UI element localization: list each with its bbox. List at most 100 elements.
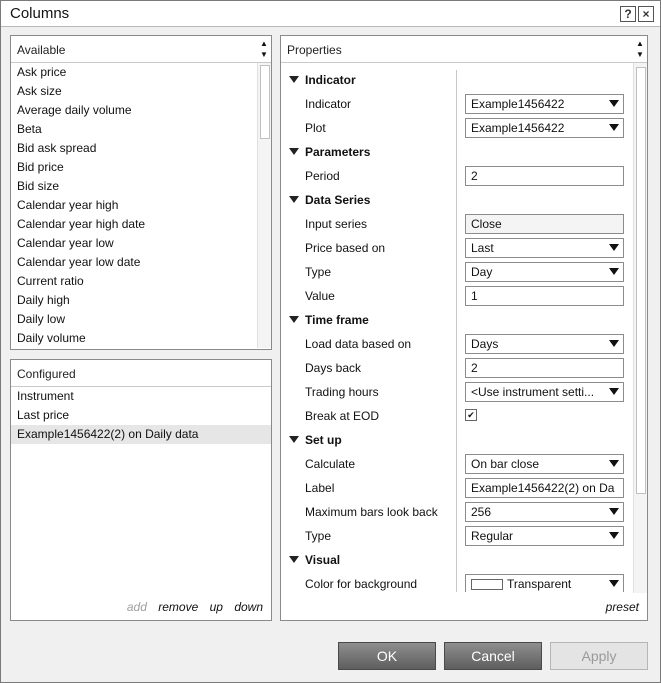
property-select[interactable]: Transparent	[465, 574, 624, 592]
collapse-triangle-icon[interactable]	[289, 76, 299, 83]
list-item[interactable]: Bid price	[11, 158, 257, 177]
chevron-down-icon[interactable]	[609, 100, 619, 107]
list-item[interactable]: Average daily volume	[11, 101, 257, 120]
available-header-label: Available	[17, 43, 66, 57]
properties-header-label: Properties	[287, 43, 342, 57]
category-row: Data Series	[281, 188, 621, 212]
chevron-down-icon[interactable]	[609, 388, 619, 395]
up-button[interactable]: up	[210, 600, 223, 614]
list-item[interactable]: Beta	[11, 120, 257, 139]
remove-button[interactable]: remove	[158, 600, 198, 614]
property-label: Type	[305, 529, 332, 543]
sort-arrows-icon[interactable]: ▲ ▼	[635, 38, 645, 60]
property-input[interactable]: 2	[465, 358, 624, 378]
cancel-button[interactable]: Cancel	[444, 642, 542, 670]
property-value: Day	[471, 265, 493, 279]
list-item[interactable]: Calendar year high date	[11, 215, 257, 234]
list-item[interactable]: Current ratio	[11, 272, 257, 291]
list-item[interactable]: Ask price	[11, 63, 257, 82]
list-item[interactable]: Example1456422(2) on Daily data	[11, 425, 271, 444]
property-select[interactable]: Example1456422	[465, 118, 624, 138]
list-item[interactable]: Last price	[11, 406, 271, 425]
available-panel: Available ▲ ▼ Ask price Ask size Average da…	[10, 35, 272, 350]
checkbox[interactable]: ✔	[465, 409, 477, 421]
list-item[interactable]: Calendar year low date	[11, 253, 257, 272]
property-value: Days	[471, 337, 499, 351]
property-row: Calculate On bar close	[281, 452, 624, 476]
collapse-triangle-icon[interactable]	[289, 436, 299, 443]
property-select[interactable]: <Use instrument setti...	[465, 382, 624, 402]
property-label: Load data based on	[305, 337, 412, 351]
category-label: Visual	[305, 553, 341, 567]
property-input[interactable]: 2	[465, 166, 624, 186]
property-row: Trading hours <Use instrument setti...	[281, 380, 624, 404]
collapse-triangle-icon[interactable]	[289, 316, 299, 323]
properties-scrollbar[interactable]	[633, 63, 647, 593]
category-label: Parameters	[305, 145, 371, 159]
list-item[interactable]: Instrument	[11, 387, 271, 406]
list-item[interactable]: Bid size	[11, 177, 257, 196]
scrollbar-thumb[interactable]	[260, 65, 270, 139]
category-label: Time frame	[305, 313, 369, 327]
ok-button[interactable]: OK	[338, 642, 436, 670]
chevron-down-icon[interactable]	[609, 460, 619, 467]
chevron-down-icon[interactable]	[609, 124, 619, 131]
chevron-down-icon[interactable]	[609, 244, 619, 251]
property-input[interactable]: 1	[465, 286, 624, 306]
property-value: 2	[471, 361, 478, 375]
down-button[interactable]: down	[234, 600, 263, 614]
list-item[interactable]: Ask size	[11, 82, 257, 101]
close-button[interactable]: ×	[638, 6, 654, 22]
property-label: Plot	[305, 121, 326, 135]
chevron-down-icon[interactable]	[609, 268, 619, 275]
chevron-down-icon[interactable]	[609, 532, 619, 539]
property-label: Days back	[305, 361, 362, 375]
list-item[interactable]: Daily high	[11, 291, 257, 310]
property-label: Input series	[305, 217, 368, 231]
property-input[interactable]: Example1456422(2) on Da	[465, 478, 624, 498]
property-select[interactable]: Example1456422	[465, 94, 624, 114]
apply-button[interactable]: Apply	[550, 642, 648, 670]
chevron-down-icon[interactable]	[609, 508, 619, 515]
property-row: Period 2	[281, 164, 624, 188]
property-label: Color for background	[305, 577, 418, 591]
property-row: Indicator Example1456422	[281, 92, 624, 116]
category-row: Visual	[281, 548, 621, 572]
property-row: Label Example1456422(2) on Da	[281, 476, 624, 500]
property-value: Example1456422	[471, 121, 565, 135]
list-item[interactable]: Calendar year high	[11, 196, 257, 215]
property-select[interactable]: Day	[465, 262, 624, 282]
property-label: Type	[305, 265, 332, 279]
list-item[interactable]: Bid ask spread	[11, 139, 257, 158]
chevron-down-icon[interactable]	[609, 580, 619, 587]
property-select[interactable]: Regular	[465, 526, 624, 546]
collapse-triangle-icon[interactable]	[289, 196, 299, 203]
list-item[interactable]: Calendar year low	[11, 234, 257, 253]
available-scrollbar[interactable]	[257, 63, 271, 348]
help-button[interactable]: ?	[620, 6, 636, 22]
property-select[interactable]: 256	[465, 502, 624, 522]
add-button[interactable]: add	[127, 600, 147, 614]
chevron-down-icon[interactable]	[609, 340, 619, 347]
columns-dialog: Columns ? × Available ▲ ▼ Ask price Ask si…	[0, 0, 661, 683]
property-row: Plot Example1456422	[281, 116, 624, 140]
configured-list: Instrument Last price Example1456422(2) on…	[11, 387, 271, 467]
list-item[interactable]: Daily volume	[11, 329, 257, 348]
property-value: 2	[471, 169, 478, 183]
configured-header-label: Configured	[17, 367, 76, 381]
category-row: Indicator	[281, 68, 621, 92]
sort-arrows-icon[interactable]: ▲ ▼	[259, 38, 269, 60]
property-select[interactable]: Days	[465, 334, 624, 354]
category-label: Indicator	[305, 73, 356, 87]
preset-button[interactable]: preset	[606, 600, 639, 614]
property-select[interactable]: Last	[465, 238, 624, 258]
scrollbar-thumb[interactable]	[636, 67, 646, 494]
category-row: Time frame	[281, 308, 621, 332]
property-select[interactable]: On bar close	[465, 454, 624, 474]
collapse-triangle-icon[interactable]	[289, 148, 299, 155]
available-list: Ask price Ask size Average daily volume Bet…	[11, 63, 257, 348]
property-input[interactable]: Close	[465, 214, 624, 234]
list-item[interactable]: Daily low	[11, 310, 257, 329]
category-row: Parameters	[281, 140, 621, 164]
collapse-triangle-icon[interactable]	[289, 556, 299, 563]
